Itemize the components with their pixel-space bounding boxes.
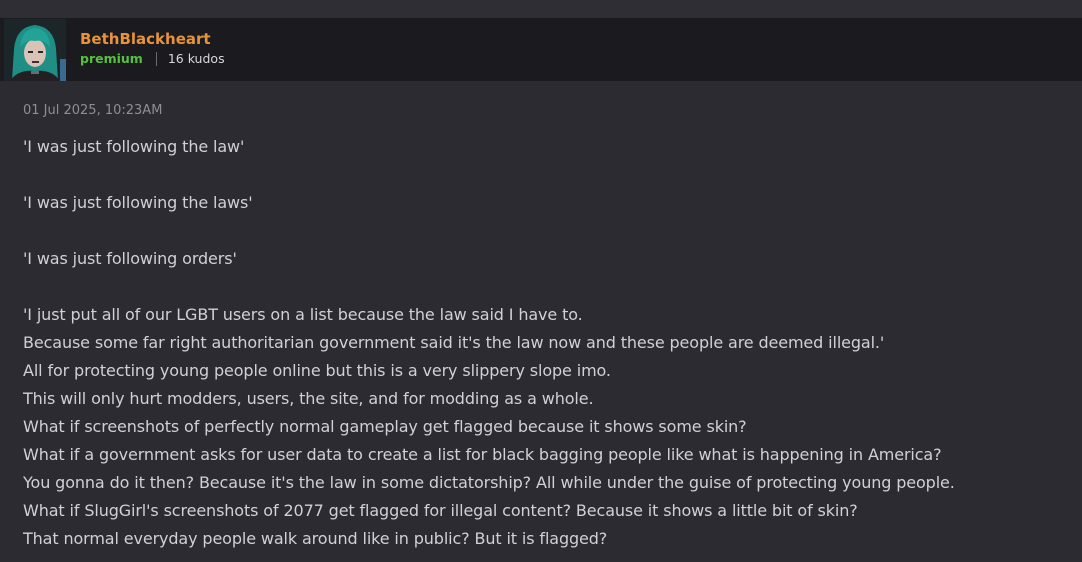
post-line: 'I was just following the laws' bbox=[23, 193, 253, 212]
top-strip bbox=[0, 0, 1082, 18]
post-line: 'I was just following the law' bbox=[23, 137, 245, 156]
post-line: Because some far right authoritarian gov… bbox=[23, 333, 885, 352]
avatar[interactable] bbox=[4, 19, 66, 81]
author-meta: premium 16 kudos bbox=[80, 51, 225, 66]
post-body: 'I was just following the law' 'I was ju… bbox=[23, 133, 1073, 553]
premium-badge: premium bbox=[80, 51, 143, 66]
post-line bbox=[23, 217, 1073, 245]
post-line: That normal everyday people walk around … bbox=[23, 529, 608, 548]
post-line: All for protecting young people online b… bbox=[23, 361, 611, 380]
post-line bbox=[23, 161, 1073, 189]
post-line: What if a government asks for user data … bbox=[23, 445, 942, 464]
post-line: 'I was just following orders' bbox=[23, 249, 237, 268]
post-line: What if screenshots of perfectly normal … bbox=[23, 417, 747, 436]
post-line: This will only hurt modders, users, the … bbox=[23, 389, 594, 408]
avatar-portrait-icon bbox=[4, 19, 66, 81]
post-line: You gonna do it then? Because it's the l… bbox=[23, 473, 955, 492]
post-line: What if SlugGirl's screenshots of 2077 g… bbox=[23, 501, 858, 520]
meta-divider bbox=[155, 51, 157, 66]
post-line: 'I just put all of our LGBT users on a l… bbox=[23, 305, 583, 324]
post-author-bar: BethBlackheart premium 16 kudos bbox=[0, 18, 1082, 81]
kudos-count: 16 kudos bbox=[167, 51, 225, 66]
author-name[interactable]: BethBlackheart bbox=[80, 30, 211, 48]
post-line bbox=[23, 273, 1073, 301]
post-timestamp: 01 Jul 2025, 10:23AM bbox=[23, 103, 163, 118]
